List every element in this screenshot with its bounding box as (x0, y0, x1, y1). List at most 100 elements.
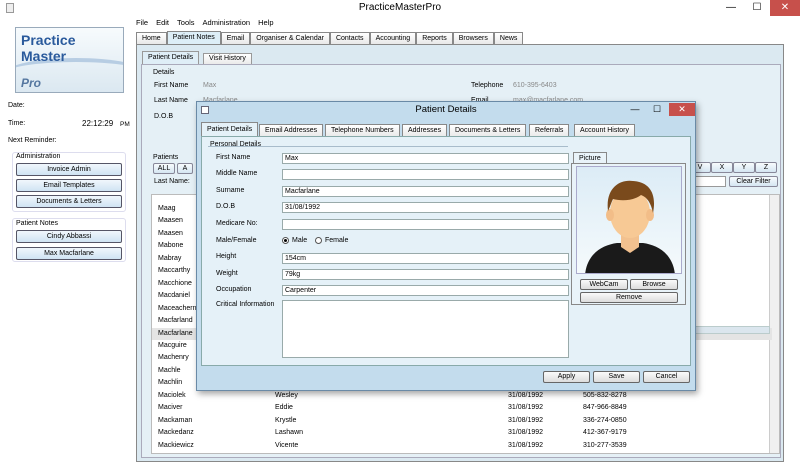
cell-last: Macchione (158, 279, 192, 287)
dialog-icon (201, 106, 209, 114)
clear-filter-button[interactable]: Clear Filter (729, 176, 778, 187)
last-name-label: Last Name (154, 97, 188, 104)
dob-field[interactable]: 31/08/1992 (282, 202, 569, 213)
cell-last: Macdaniel (158, 292, 190, 300)
cell-last: Maccarthy (158, 267, 191, 275)
time-ampm: PM (120, 121, 130, 128)
cell-last: Maciolek (158, 391, 186, 399)
invoice-admin-button[interactable]: Invoice Admin (16, 163, 122, 176)
menu-administration[interactable]: Administration (203, 17, 251, 29)
cell-phone: 505-832-8278 (583, 391, 627, 399)
dialog-titlebar: Patient Details — ☐ ✕ (197, 102, 695, 118)
cancel-button[interactable]: Cancel (643, 371, 690, 383)
height-field[interactable]: 154cm (282, 253, 569, 264)
surname-field[interactable]: Macfarlane (282, 186, 569, 197)
first-name-label: First Name (154, 82, 189, 89)
filter-z-button[interactable]: Z (755, 162, 777, 173)
height-label: Height (216, 253, 237, 260)
person-avatar-icon (585, 180, 675, 273)
table-row[interactable]: Mackedanz Lashawn 31/08/1992 412-367-9179 (152, 427, 772, 439)
webcam-button[interactable]: WebCam (580, 279, 628, 290)
surname-label: Surname (216, 187, 245, 194)
gender-label: Male/Female (216, 237, 257, 244)
cell-dob: 31/08/1992 (508, 441, 544, 449)
cell-last: Mabray (158, 254, 182, 262)
picture-panel: WebCam Browse Remove (571, 163, 686, 305)
filter-x-button[interactable]: X (711, 162, 733, 173)
details-title: Details (153, 69, 175, 76)
apply-button[interactable]: Apply (543, 371, 590, 383)
minimize-button[interactable]: — (718, 0, 744, 16)
occupation-field[interactable]: Carpenter (282, 285, 569, 296)
table-row[interactable]: Mackaman Krystle 31/08/1992 336-274-0850 (152, 415, 772, 427)
male-radio[interactable]: Male (282, 235, 307, 247)
cell-last: Machle (158, 366, 181, 374)
window-title: PracticeMasterPro (358, 2, 442, 13)
critical-info-field[interactable] (282, 300, 569, 358)
menu-file[interactable]: File (136, 17, 148, 29)
cell-last: Mackaman (158, 416, 193, 424)
dialog-minimize-button[interactable]: — (627, 103, 643, 116)
administration-group: Administration Invoice Admin Email Templ… (12, 152, 126, 212)
patient-notes-title: Patient Notes (16, 220, 59, 227)
menu-bar: File Edit Tools Administration Help (136, 17, 274, 29)
close-button[interactable]: ✕ (770, 0, 800, 16)
female-radio[interactable]: Female (315, 235, 348, 247)
menu-tools[interactable]: Tools (177, 17, 195, 29)
medicare-label: Medicare No: (216, 220, 258, 227)
dialog-maximize-button[interactable]: ☐ (649, 103, 665, 116)
logo-pro-text: Pro (21, 76, 42, 90)
cell-first: Vicente (275, 441, 299, 449)
table-row[interactable]: Maciolek Wesley 31/08/1992 505-832-8278 (152, 390, 772, 402)
cell-last: Machenry (158, 354, 189, 362)
documents-letters-button[interactable]: Documents & Letters (16, 195, 122, 208)
cell-last: Macguire (158, 341, 187, 349)
menu-help[interactable]: Help (258, 17, 273, 29)
dob-label: D.O.B (154, 113, 174, 120)
critical-info-label: Critical Information (216, 301, 275, 308)
weight-field[interactable]: 79kg (282, 269, 569, 280)
remove-button[interactable]: Remove (580, 292, 678, 303)
menu-edit[interactable]: Edit (156, 17, 169, 29)
max-macfarlane-button[interactable]: Max Macfarlane (16, 247, 122, 260)
female-radio-label: Female (325, 237, 349, 244)
dialog-tab-patient-details[interactable]: Patient Details (201, 122, 259, 137)
date-label: Date: (8, 102, 25, 109)
cell-last: Mackiewicz (158, 441, 194, 449)
last-name-filter-label: Last Name: (154, 178, 190, 185)
filter-all-button[interactable]: ALL (153, 163, 175, 174)
first-name-value: Max (203, 82, 217, 89)
table-row[interactable]: Mackiewicz Vicente 31/08/1992 310-277-3539 (152, 440, 772, 452)
cell-dob: 31/08/1992 (508, 391, 544, 399)
cell-dob: 31/08/1992 (508, 404, 544, 412)
middle-name-field[interactable] (282, 169, 569, 180)
cindy-abbassi-button[interactable]: Cindy Abbassi (16, 230, 122, 243)
save-button[interactable]: Save (593, 371, 640, 383)
maximize-button[interactable]: ☐ (744, 0, 770, 16)
tab-patient-notes[interactable]: Patient Notes (166, 31, 221, 45)
medicare-field[interactable] (282, 219, 569, 230)
cell-dob: 31/08/1992 (508, 429, 544, 437)
dob-label: D.O.B (216, 203, 236, 210)
browse-button[interactable]: Browse (630, 279, 678, 290)
occupation-label: Occupation (216, 286, 252, 293)
subtab-patient-details[interactable]: Patient Details (142, 51, 200, 65)
first-name-field[interactable]: Max (282, 153, 569, 164)
patient-details-dialog: Patient Details — ☐ ✕ Patient Details Em… (196, 101, 696, 391)
email-templates-button[interactable]: Email Templates (16, 179, 122, 192)
cell-last: Maag (158, 205, 176, 212)
window-titlebar: PracticeMasterPro — ☐ ✕ (0, 0, 800, 16)
table-row[interactable]: Maciver Eddie 31/08/1992 847-966-8849 (152, 402, 772, 414)
first-name-label: First Name (216, 154, 251, 161)
patient-notes-group: Patient Notes Cindy Abbassi Max Macfarla… (12, 218, 126, 262)
female-radio-icon (315, 236, 322, 244)
telephone-value: 610-395-6403 (513, 82, 557, 89)
filter-y-button[interactable]: Y (733, 162, 755, 173)
cell-dob: 31/08/1992 (508, 416, 544, 424)
cell-phone: 412-367-9179 (583, 429, 627, 437)
main-tabs: Home Patient Notes Email Organiser & Cal… (136, 31, 524, 45)
horizontal-scrollbar[interactable] (694, 326, 770, 334)
dialog-close-button[interactable]: ✕ (669, 103, 695, 116)
filter-a-button[interactable]: A (177, 163, 193, 174)
middle-name-label: Middle Name (216, 170, 258, 177)
